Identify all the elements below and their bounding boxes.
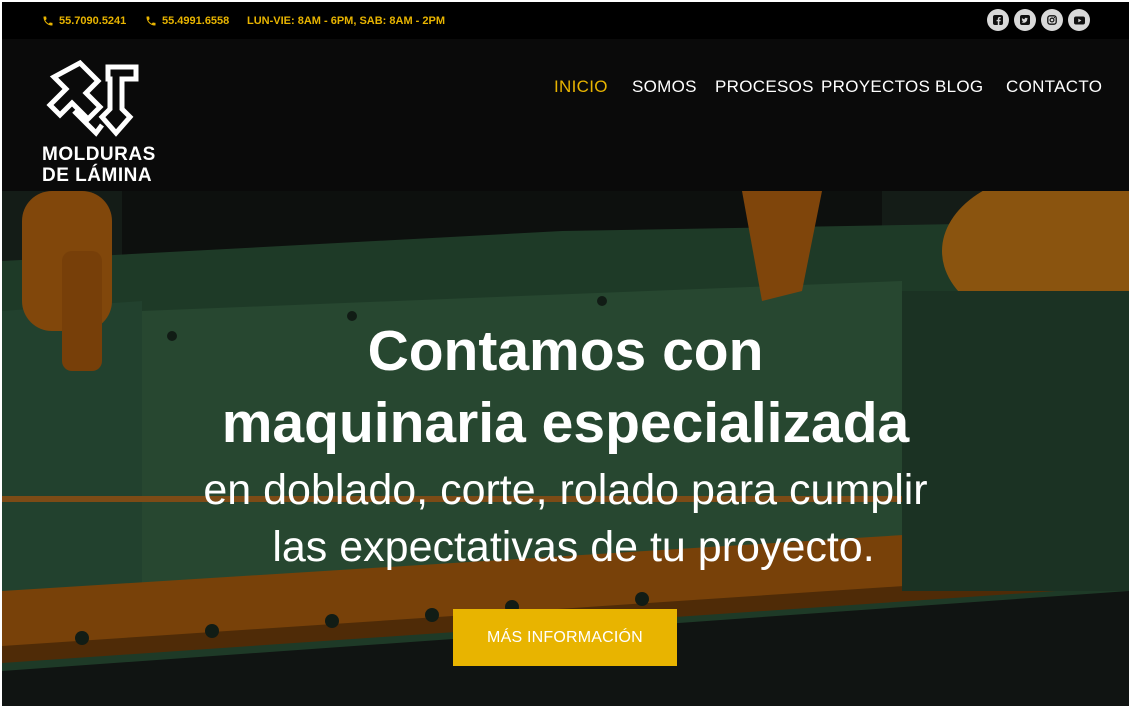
more-info-button[interactable]: MÁS INFORMACIÓN: [453, 609, 677, 666]
phone-icon: [146, 16, 156, 26]
site-header: MOLDURAS DE LÁMINA INICIO SOMOS PROCESOS…: [2, 39, 1129, 191]
hero-section: Contamos con maquinaria especializada en…: [2, 191, 1129, 706]
youtube-icon[interactable]: [1068, 9, 1090, 31]
business-hours: LUN-VIE: 8AM - 6PM, SAB: 8AM - 2PM: [247, 15, 445, 27]
hero-heading-line-1: Contamos con: [367, 319, 764, 383]
nav-item-somos[interactable]: SOMOS: [632, 77, 697, 97]
logo-line-1: MOLDURAS: [42, 144, 156, 165]
twitter-icon[interactable]: [1014, 9, 1036, 31]
hero-subheading-line-1: en doblado, corte, rolado para cumplir: [203, 466, 928, 514]
logo-text: MOLDURAS DE LÁMINA: [42, 144, 156, 186]
facebook-icon[interactable]: [987, 9, 1009, 31]
page-frame: 55.7090.5241 55.4991.6558 LUN-VIE: 8AM -…: [2, 2, 1129, 706]
phone-2-text: 55.4991.6558: [162, 15, 230, 27]
hero-heading-line-2: maquinaria especializada: [221, 391, 910, 455]
phone-2[interactable]: 55.4991.6558: [145, 15, 229, 27]
nav-item-inicio[interactable]: INICIO: [554, 77, 608, 97]
hours-text: LUN-VIE: 8AM - 6PM, SAB: 8AM - 2PM: [247, 15, 446, 27]
social-links: [987, 9, 1090, 31]
nav-item-contacto[interactable]: CONTACTO: [1006, 77, 1102, 97]
nav-item-blog[interactable]: BLOG: [935, 77, 983, 97]
phone-1[interactable]: 55.7090.5241: [42, 15, 126, 27]
phone-icon: [43, 16, 53, 26]
nav-item-proyectos[interactable]: PROYECTOS: [821, 77, 930, 97]
phone-1-text: 55.7090.5241: [59, 15, 127, 27]
instagram-icon[interactable]: [1041, 9, 1063, 31]
logo-line-2: DE LÁMINA: [42, 165, 153, 186]
top-bar: 55.7090.5241 55.4991.6558 LUN-VIE: 8AM -…: [2, 2, 1129, 39]
hero-subheading-line-2: las expectativas de tu proyecto.: [272, 523, 875, 571]
nav-item-procesos[interactable]: PROCESOS: [715, 77, 814, 97]
